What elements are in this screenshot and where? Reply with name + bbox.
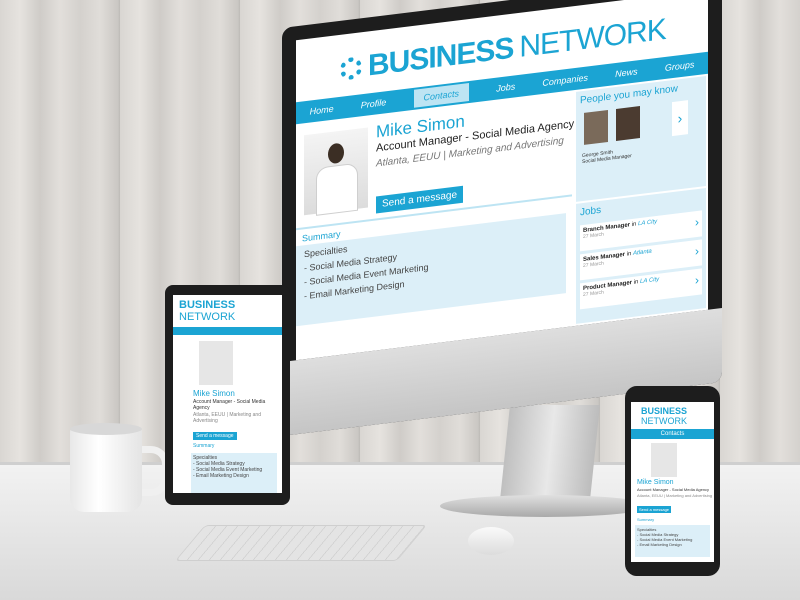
chevron-right-icon[interactable]: › bbox=[695, 273, 699, 287]
nav-home[interactable]: Home bbox=[310, 104, 334, 117]
tablet-profile-location: Atlanta, EEUU | Marketing and Advertisin… bbox=[193, 412, 261, 424]
photo-body bbox=[316, 162, 358, 216]
monitor-stand-base bbox=[440, 495, 650, 517]
phone-device: BUSINESS NETWORK Contacts Mike Simon Acco… bbox=[625, 386, 720, 576]
nav-contacts[interactable]: Contacts bbox=[413, 83, 470, 108]
nav-companies[interactable]: Companies bbox=[542, 72, 588, 88]
logo-ring-icon bbox=[340, 56, 362, 81]
tablet-screen: BUSINESS NETWORK Mike Simon Account Mana… bbox=[173, 295, 282, 493]
person-avatar[interactable] bbox=[584, 109, 608, 145]
phone-screen: BUSINESS NETWORK Contacts Mike Simon Acco… bbox=[631, 402, 714, 562]
phone-profile-photo bbox=[651, 443, 677, 477]
logo-network-text: NETWORK bbox=[519, 12, 666, 64]
coffee-mug bbox=[70, 428, 142, 512]
nav-news[interactable]: News bbox=[615, 66, 638, 79]
jobs-panel: Jobs Branch Manager in LA City 27 March … bbox=[576, 187, 706, 324]
tablet-profile-photo bbox=[199, 341, 233, 385]
tablet-device: BUSINESS NETWORK Mike Simon Account Mana… bbox=[165, 285, 290, 505]
chevron-right-icon[interactable]: › bbox=[695, 215, 699, 229]
phone-send-message-button[interactable]: Send a message bbox=[637, 506, 672, 513]
tablet-logo[interactable]: BUSINESS NETWORK bbox=[179, 299, 282, 323]
phone-profile-location: Atlanta, EEUU | Marketing and Advertisin… bbox=[637, 493, 713, 498]
keyboard bbox=[174, 525, 428, 561]
person-name: George Smith Social Media Manager bbox=[582, 149, 632, 166]
phone-profile-name: Mike Simon bbox=[637, 479, 674, 486]
tablet-summary-heading: Summary bbox=[193, 443, 215, 449]
desktop-screen: BUSINESS NETWORK Home Profile Contacts J… bbox=[296, 0, 708, 361]
nav-groups[interactable]: Groups bbox=[665, 59, 695, 73]
tablet-summary-panel: Specialties - Social Media Strategy - So… bbox=[191, 453, 277, 493]
chevron-right-icon[interactable]: › bbox=[695, 244, 699, 258]
tablet-profile-name: Mike Simon bbox=[193, 389, 235, 398]
phone-profile-title: Account Manager - Social Media Agency bbox=[637, 487, 710, 492]
phone-nav[interactable]: Contacts bbox=[631, 429, 714, 439]
tablet-send-message-button[interactable]: Send a message bbox=[193, 432, 237, 440]
nav-profile[interactable]: Profile bbox=[361, 97, 387, 110]
mouse bbox=[468, 527, 514, 555]
monitor-stand bbox=[500, 405, 600, 500]
tablet-profile-title: Account Manager - Social Media Agency bbox=[193, 399, 266, 411]
mug-rim bbox=[70, 423, 142, 435]
person-avatar[interactable] bbox=[616, 106, 640, 141]
phone-summary-panel: Specialties - Social Media Strategy - So… bbox=[635, 525, 710, 557]
logo-business-text: BUSINESS bbox=[368, 31, 514, 83]
phone-logo[interactable]: BUSINESS NETWORK bbox=[641, 406, 714, 426]
tablet-nav[interactable] bbox=[173, 327, 282, 335]
phone-summary-heading: Summary bbox=[637, 517, 655, 522]
people-you-may-know-panel: People you may know George Smith Social M… bbox=[576, 75, 706, 202]
profile-photo bbox=[304, 127, 368, 216]
people-next-arrow-icon[interactable]: › bbox=[672, 100, 688, 137]
nav-jobs[interactable]: Jobs bbox=[496, 81, 515, 93]
photo-head bbox=[328, 142, 344, 165]
desktop-monitor: BUSINESS NETWORK Home Profile Contacts J… bbox=[282, 0, 722, 436]
